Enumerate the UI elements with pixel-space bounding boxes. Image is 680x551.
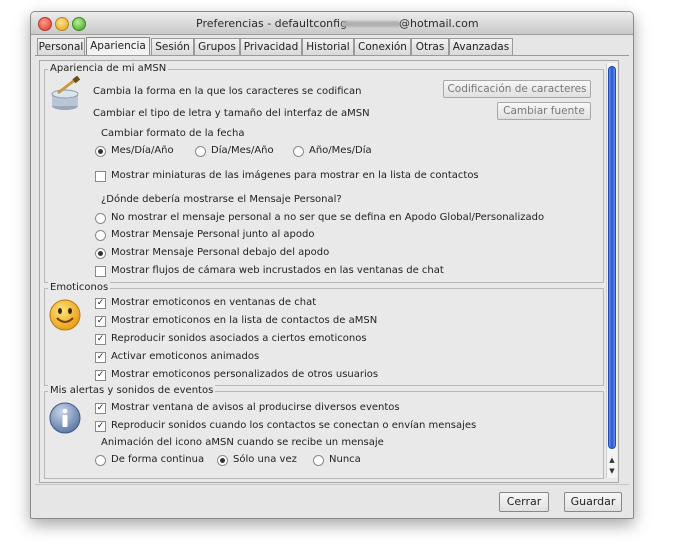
anim-never-radio[interactable] [313, 455, 324, 466]
close-window-button[interactable] [38, 17, 52, 31]
alert-sounds-label: Reproducir sonidos cuando los contactos … [111, 420, 477, 431]
tab-otras[interactable]: Otras [411, 38, 449, 55]
tab-avanzadas[interactable]: Avanzadas [449, 38, 513, 55]
emoticon-custom-checkbox[interactable]: ✓ [95, 370, 106, 381]
alert-window-label: Mostrar ventana de avisos al producirse … [111, 402, 400, 413]
date-dmy-label: Día/Mes/Año [211, 145, 274, 156]
window-title-email: @hotmail.com [399, 17, 479, 30]
group-emoticonos: Emoticonos ✓ Mostrar emoticonos en venta… [44, 282, 604, 386]
emoticon-animated-label: Activar emoticonos animados [111, 351, 260, 362]
zoom-window-button[interactable] [72, 17, 86, 31]
anim-once-radio[interactable] [217, 455, 228, 466]
psm-hide-radio[interactable] [95, 213, 106, 224]
emoticon-custom-label: Mostrar emoticonos personalizados de otr… [111, 369, 379, 380]
bottom-separator [35, 484, 629, 485]
webcam-checkbox[interactable] [95, 266, 106, 277]
webcam-label: Mostrar flujos de cámara web incrustados… [111, 265, 444, 276]
emoticon-chat-checkbox[interactable]: ✓ [95, 298, 106, 309]
panel-scrollbar[interactable]: ▲ ▼ [606, 63, 617, 478]
group-apariencia: Apariencia de mi aMSN Cambia la forma en… [44, 63, 604, 283]
date-format-label: Cambiar formato de la fecha [101, 128, 245, 139]
anim-once-label: Sólo una vez [233, 454, 297, 465]
change-font-button[interactable]: Cambiar fuente [497, 102, 591, 120]
redacted-email [342, 21, 400, 27]
tab-divider [35, 55, 629, 56]
apariencia-panel: Apariencia de mi aMSN Cambia la forma en… [39, 60, 619, 483]
psm-below-radio[interactable] [95, 248, 106, 259]
tab-privacidad[interactable]: Privacidad [240, 38, 302, 55]
group-emoticonos-legend: Emoticonos [48, 282, 111, 293]
psm-question: ¿Dónde debería mostrarse el Mensaje Pers… [101, 194, 342, 205]
encoding-description: Cambia la forma en la que los caracteres… [93, 86, 362, 97]
save-button[interactable]: Guardar [564, 492, 622, 512]
window-title: Preferencias - defaultconfig - [196, 17, 355, 30]
scrollbar-thumb[interactable] [608, 66, 616, 449]
emoticon-sounds-checkbox[interactable]: ✓ [95, 334, 106, 345]
thumbnails-checkbox[interactable] [95, 171, 106, 182]
group-apariencia-legend: Apariencia de mi aMSN [48, 63, 169, 74]
tab-conexion[interactable]: Conexión [354, 38, 411, 55]
date-mdy-radio[interactable] [95, 146, 106, 157]
date-dmy-radio[interactable] [195, 146, 206, 157]
encoding-button[interactable]: Codificación de caracteres [443, 80, 591, 98]
smiley-icon [49, 299, 81, 331]
emoticon-chat-label: Mostrar emoticonos en ventanas de chat [111, 297, 317, 308]
font-description: Cambiar el tipo de letra y tamaño del in… [93, 108, 370, 119]
date-ymd-radio[interactable] [293, 146, 304, 157]
anim-continuous-radio[interactable] [95, 455, 106, 466]
psm-beside-label: Mostrar Mensaje Personal junto al apodo [111, 229, 315, 240]
emoticon-list-label: Mostrar emoticonos en la lista de contac… [111, 315, 378, 326]
emoticon-list-checkbox[interactable]: ✓ [95, 316, 106, 327]
tab-grupos[interactable]: Grupos [194, 38, 240, 55]
emoticon-sounds-label: Reproducir sonidos asociados a ciertos e… [111, 333, 367, 344]
paint-bucket-icon [51, 76, 81, 110]
emoticon-animated-checkbox[interactable]: ✓ [95, 352, 106, 363]
group-alertas-legend: Mis alertas y sonidos de eventos [48, 385, 216, 396]
alert-sounds-checkbox[interactable]: ✓ [95, 421, 106, 432]
scroll-down-arrow[interactable]: ▼ [608, 467, 616, 475]
anim-continuous-label: De forma continua [111, 454, 205, 465]
close-button[interactable]: Cerrar [499, 492, 549, 512]
preferences-window: Preferencias - defaultconfig - @hotmail.… [30, 11, 634, 519]
tab-sesion[interactable]: Sesión [151, 38, 194, 55]
date-ymd-label: Año/Mes/Día [309, 145, 372, 156]
psm-below-label: Mostrar Mensaje Personal debajo del apod… [111, 247, 330, 258]
date-mdy-label: Mes/Día/Año [111, 145, 174, 156]
info-icon [49, 402, 81, 434]
titlebar: Preferencias - defaultconfig - @hotmail.… [31, 12, 633, 35]
tab-personal[interactable]: Personal [37, 38, 85, 55]
scroll-up-arrow[interactable]: ▲ [608, 456, 616, 464]
tab-historial[interactable]: Historial [302, 38, 354, 55]
psm-beside-radio[interactable] [95, 230, 106, 241]
anim-never-label: Nunca [329, 454, 361, 465]
alert-window-checkbox[interactable]: ✓ [95, 403, 106, 414]
tab-apariencia[interactable]: Apariencia [86, 37, 150, 56]
minimize-window-button[interactable] [55, 17, 69, 31]
psm-hide-label: No mostrar el mensaje personal a no ser … [111, 212, 545, 223]
group-alertas: Mis alertas y sonidos de eventos ✓ Mostr… [44, 385, 604, 479]
thumbnails-label: Mostrar miniaturas de las imágenes para … [111, 170, 479, 181]
anim-label: Animación del icono aMSN cuando se recib… [101, 437, 384, 448]
